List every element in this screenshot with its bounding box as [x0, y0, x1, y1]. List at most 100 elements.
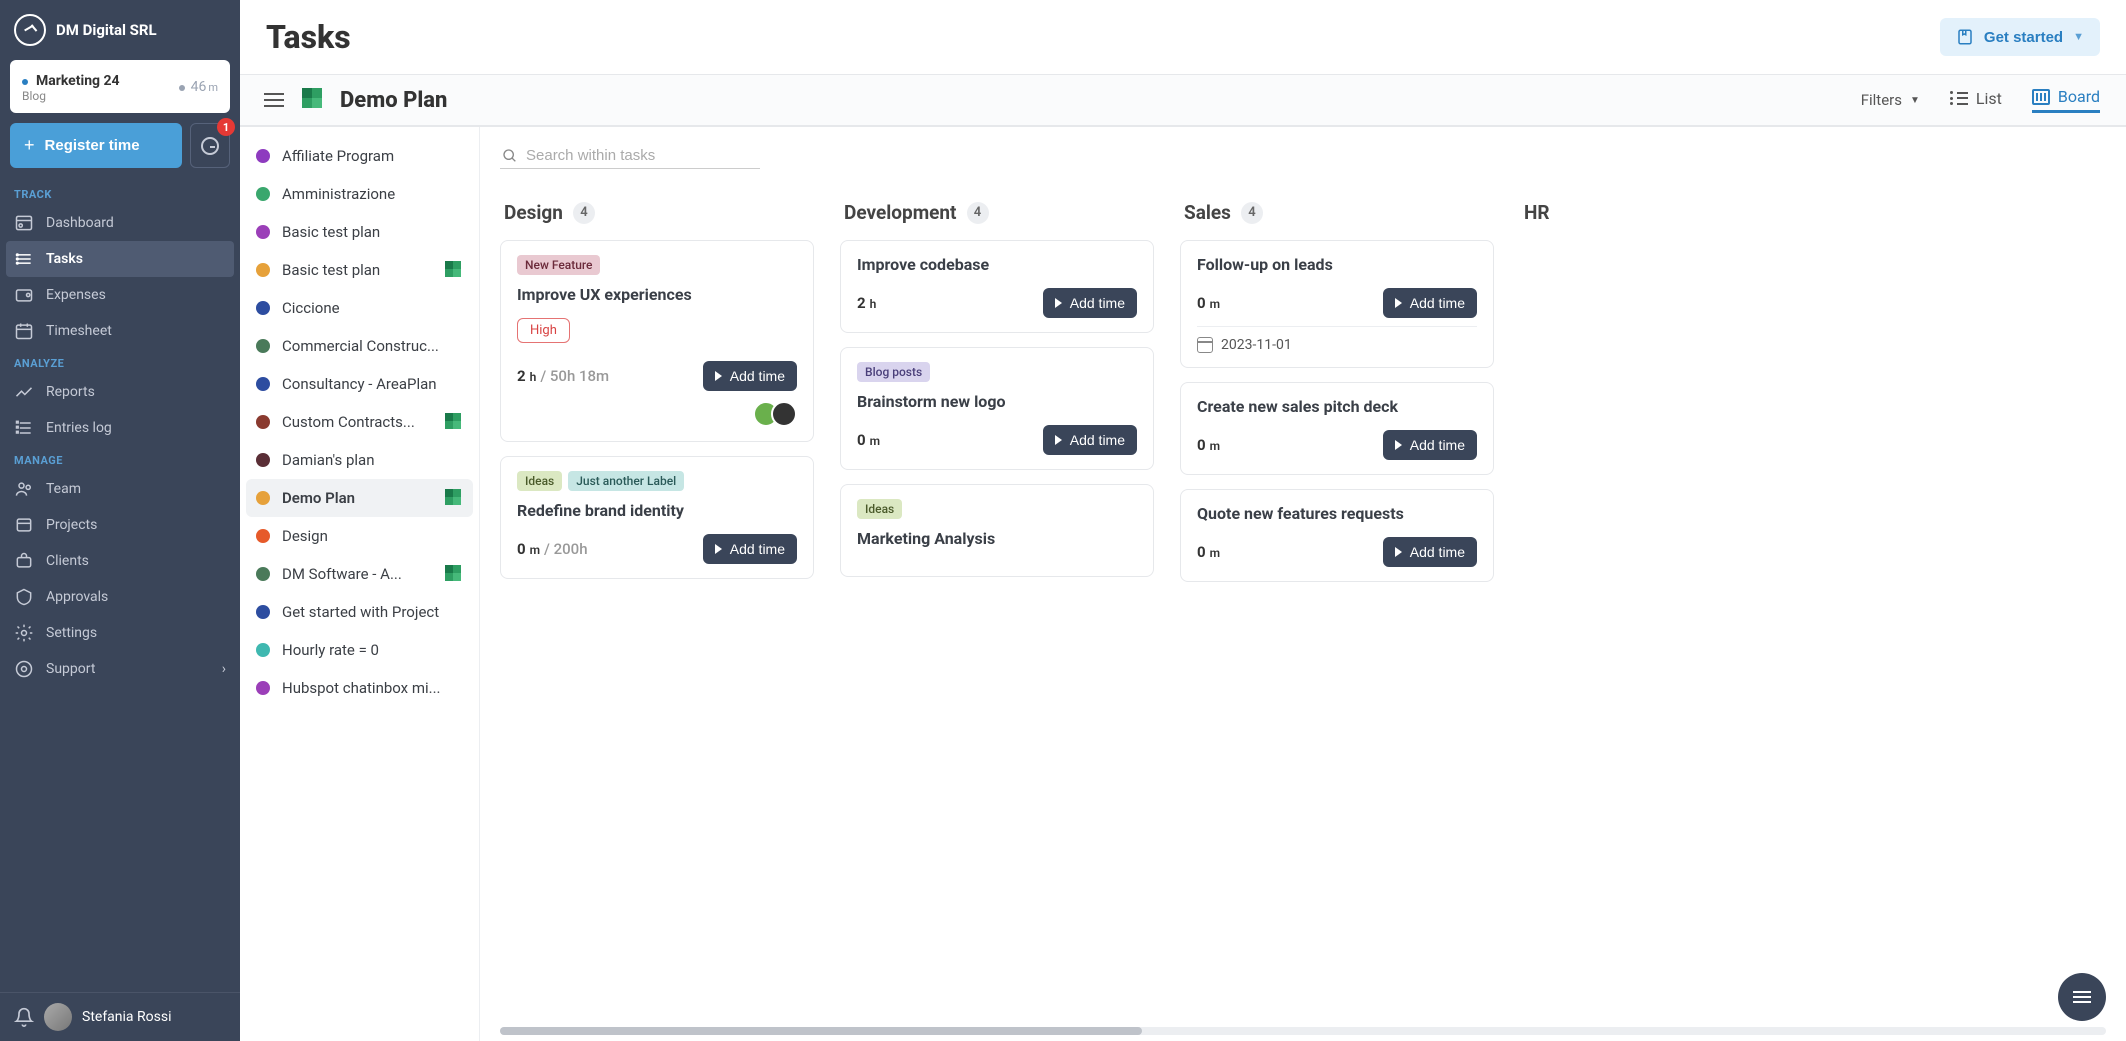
chat-fab[interactable] [2058, 973, 2106, 1021]
add-time-button[interactable]: Add time [1043, 425, 1137, 455]
column: Design4New FeatureImprove UX experiences… [500, 189, 820, 1017]
nav-label: Clients [46, 553, 89, 569]
register-time-button[interactable]: + Register time [10, 123, 182, 168]
color-dot [256, 415, 270, 429]
board-area: Design4New FeatureImprove UX experiences… [480, 127, 2126, 1041]
project-item[interactable]: Consultancy - AreaPlan [240, 365, 479, 403]
task-card[interactable]: IdeasJust another LabelRedefine brand id… [500, 456, 814, 579]
nav-label: Reports [46, 384, 95, 400]
project-item[interactable]: DM Software - A... [240, 555, 479, 593]
dashboard-icon [14, 213, 34, 233]
project-name: Demo Plan [282, 489, 433, 507]
chevron-down-icon: ▼ [1910, 95, 1920, 106]
project-item[interactable]: Hubspot chatinbox mi... [240, 669, 479, 707]
color-dot [256, 605, 270, 619]
list-icon [1950, 91, 1968, 105]
task-card[interactable]: Blog postsBrainstorm new logo0mAdd time [840, 347, 1154, 470]
add-time-button[interactable]: Add time [703, 534, 797, 564]
board-view-button[interactable]: Board [2032, 87, 2100, 113]
time-logged: 2h / 50h 18m [517, 367, 609, 385]
nav-item-support[interactable]: Support› [0, 651, 240, 687]
plus-icon: + [24, 135, 35, 156]
project-item[interactable]: Custom Contracts... [240, 403, 479, 441]
due-date: 2023-11-01 [1197, 326, 1477, 353]
task-card[interactable]: New FeatureImprove UX experiencesHigh2h … [500, 240, 814, 442]
add-time-button[interactable]: Add time [703, 361, 797, 391]
add-time-button[interactable]: Add time [1383, 288, 1477, 318]
nav-item-timesheet[interactable]: Timesheet [0, 313, 240, 349]
nav-item-projects[interactable]: Projects [0, 507, 240, 543]
color-dot [256, 529, 270, 543]
project-name: Design [282, 527, 463, 545]
nav-item-tasks[interactable]: Tasks [6, 241, 234, 277]
list-view-button[interactable]: List [1950, 89, 2002, 112]
project-item[interactable]: Commercial Construc... [240, 327, 479, 365]
task-card[interactable]: Follow-up on leads0mAdd time2023-11-01 [1180, 240, 1494, 368]
task-card[interactable]: Quote new features requests0mAdd time [1180, 489, 1494, 582]
nav-item-approvals[interactable]: Approvals [0, 579, 240, 615]
timesheet-icon [14, 321, 34, 341]
filters-button[interactable]: Filters ▼ [1861, 91, 1920, 109]
add-time-button[interactable]: Add time [1383, 537, 1477, 567]
nav-label: Entries log [46, 420, 112, 436]
plan-name: Demo Plan [340, 88, 447, 113]
column: Sales4Follow-up on leads0mAdd time2023-1… [1180, 189, 1500, 1017]
project-item[interactable]: Design [240, 517, 479, 555]
project-item[interactable]: Basic test plan [240, 251, 479, 289]
column-cards: Improve codebase2hAdd time Blog postsBrai… [840, 240, 1160, 587]
support-icon [14, 659, 34, 679]
column-cards: Follow-up on leads0mAdd time2023-11-01Cr… [1180, 240, 1500, 592]
search-input[interactable] [526, 147, 758, 164]
nav-section-track: TRACK [0, 180, 240, 205]
bell-icon[interactable] [14, 1007, 34, 1027]
clients-icon [14, 551, 34, 571]
nav-item-team[interactable]: Team [0, 471, 240, 507]
user-avatar[interactable] [44, 1003, 72, 1031]
project-item[interactable]: Demo Plan [246, 479, 473, 517]
nav-item-entries-log[interactable]: Entries log [0, 410, 240, 446]
task-card[interactable]: Improve codebase2hAdd time [840, 240, 1154, 333]
nav-section-manage: MANAGE [0, 446, 240, 471]
add-time-button[interactable]: Add time [1043, 288, 1137, 318]
project-item[interactable]: Basic test plan [240, 213, 479, 251]
nav-item-settings[interactable]: Settings [0, 615, 240, 651]
team-icon [14, 479, 34, 499]
color-dot [256, 567, 270, 581]
nav-label: Timesheet [46, 323, 112, 339]
timer-badge: 1 [217, 118, 235, 136]
nav-section-analyze: ANALYZE [0, 349, 240, 374]
column-cards [1520, 240, 1840, 250]
task-card[interactable]: Create new sales pitch deck0mAdd time [1180, 382, 1494, 475]
card-title: Quote new features requests [1197, 504, 1477, 523]
hamburger-icon[interactable] [260, 89, 288, 111]
project-item[interactable]: Damian's plan [240, 441, 479, 479]
clock-icon [201, 137, 219, 155]
reports-icon [14, 382, 34, 402]
project-item[interactable]: Ciccione [240, 289, 479, 327]
column-name: Design [504, 201, 563, 224]
project-name: Amministrazione [282, 185, 463, 203]
workspace-card[interactable]: Marketing 24 Blog 46m [10, 60, 230, 113]
add-time-button[interactable]: Add time [1383, 430, 1477, 460]
horizontal-scrollbar[interactable] [500, 1027, 2106, 1035]
timer-button[interactable]: 1 [190, 123, 230, 168]
nav-label: Support [46, 661, 95, 677]
nav-item-expenses[interactable]: Expenses [0, 277, 240, 313]
project-item[interactable]: Affiliate Program [240, 137, 479, 175]
project-item[interactable]: Amministrazione [240, 175, 479, 213]
column-name: HR [1524, 201, 1550, 224]
nav-item-clients[interactable]: Clients [0, 543, 240, 579]
project-name: Consultancy - AreaPlan [282, 375, 463, 393]
nav-item-reports[interactable]: Reports [0, 374, 240, 410]
get-started-button[interactable]: Get started ▼ [1940, 18, 2100, 56]
nav-item-dashboard[interactable]: Dashboard [0, 205, 240, 241]
chevron-down-icon: ▼ [2073, 31, 2084, 43]
color-dot [256, 339, 270, 353]
column: HR [1520, 189, 1840, 1017]
app-logo-icon [14, 14, 46, 46]
task-card[interactable]: IdeasMarketing Analysis [840, 484, 1154, 577]
project-item[interactable]: Get started with Project [240, 593, 479, 631]
project-item[interactable]: Hourly rate = 0 [240, 631, 479, 669]
column-header: HR [1520, 189, 1840, 240]
card-title: Marketing Analysis [857, 529, 1137, 548]
